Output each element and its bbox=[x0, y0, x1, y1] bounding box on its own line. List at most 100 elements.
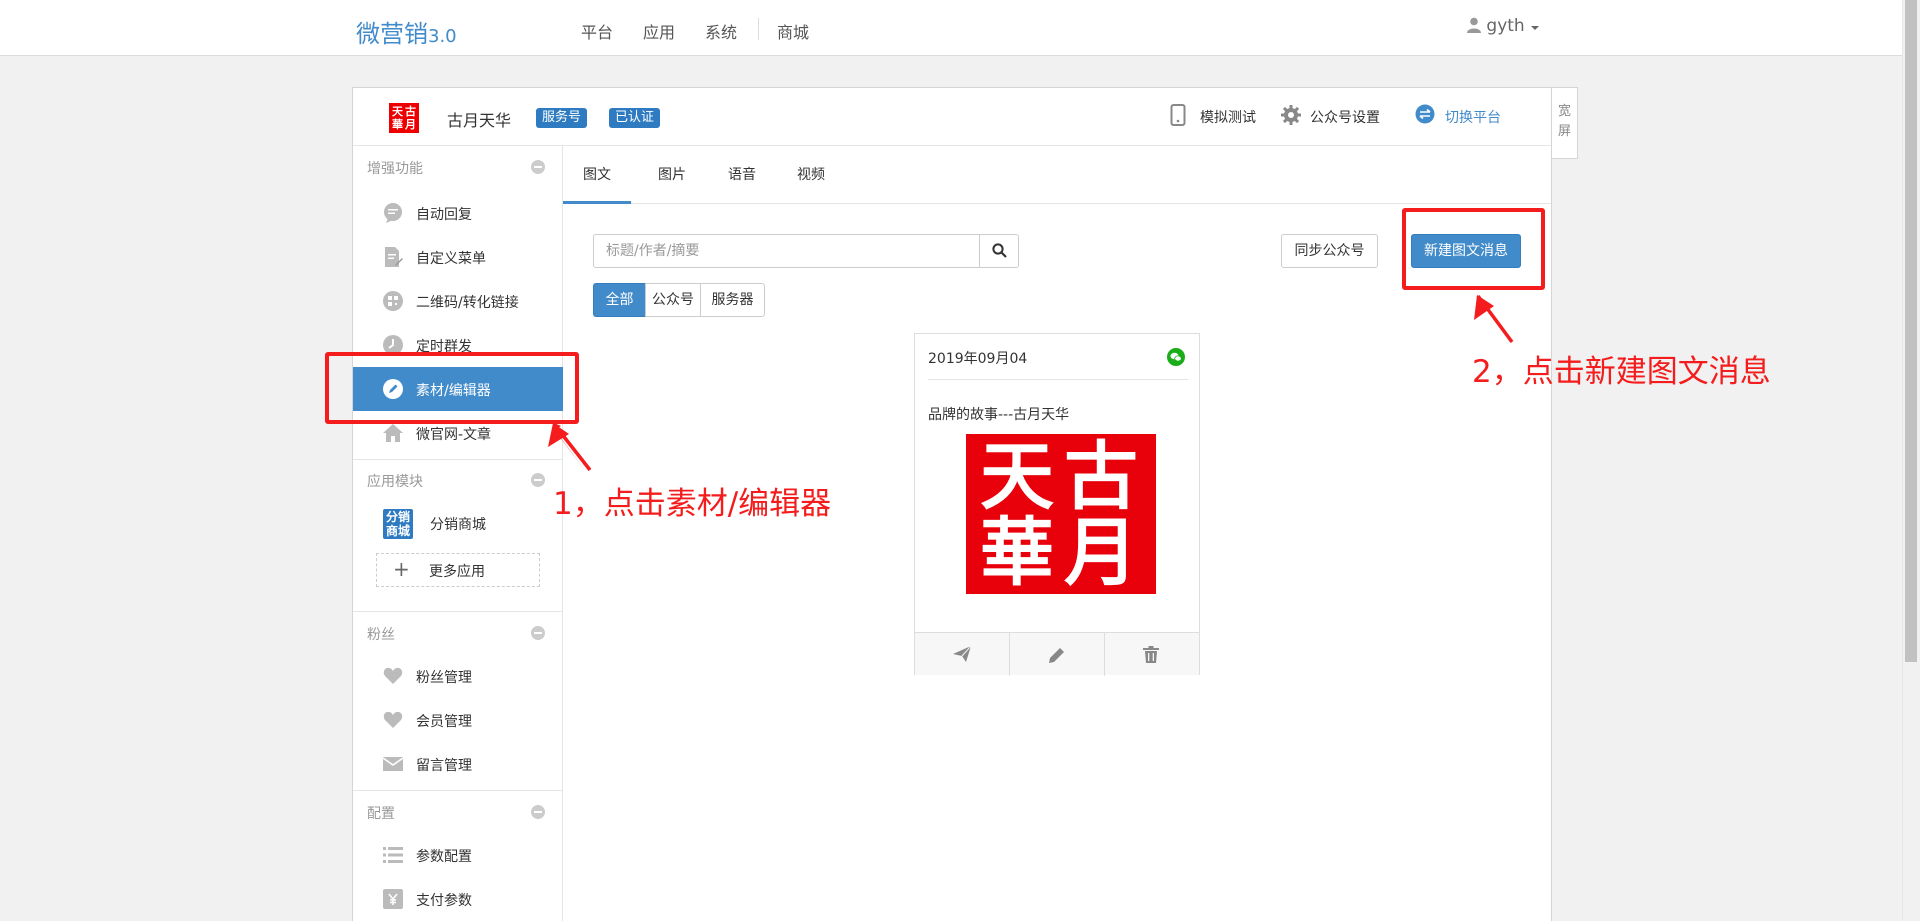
news-card-date: 2019年09月04 bbox=[928, 351, 1028, 367]
section-title-fans: 粉丝 bbox=[367, 627, 395, 643]
sidebar-item-label: 自动回复 bbox=[416, 207, 472, 223]
brand-logo[interactable]: 微营销3.0 bbox=[356, 14, 457, 49]
sidebar-item-payment-params[interactable]: 支付参数 bbox=[353, 877, 563, 921]
list-icon bbox=[383, 847, 403, 863]
section-divider bbox=[353, 790, 563, 791]
nav-mall[interactable]: 商城 bbox=[777, 19, 809, 43]
delete-button[interactable] bbox=[1105, 633, 1199, 676]
section-divider bbox=[353, 611, 563, 612]
tab-news[interactable]: 图文 bbox=[563, 146, 631, 204]
sidebar-item-label: 支付参数 bbox=[416, 893, 472, 909]
more-apps-button[interactable]: + 更多应用 bbox=[376, 553, 540, 587]
sidebar-item-fans-manage[interactable]: 粉丝管理 bbox=[353, 654, 563, 698]
sidebar-item-label: 微官网-文章 bbox=[416, 427, 492, 443]
sidebar-item-message-manage[interactable]: 留言管理 bbox=[353, 742, 563, 786]
brand-version: 3.0 bbox=[428, 26, 457, 47]
section-divider bbox=[353, 459, 563, 460]
gear-icon bbox=[1281, 105, 1301, 125]
switch-platform-label: 切换平台 bbox=[1445, 110, 1501, 126]
seal-char: 天 bbox=[980, 434, 1054, 520]
envelope-icon bbox=[383, 757, 403, 771]
pencil-icon bbox=[1049, 648, 1064, 663]
filter-official-account[interactable]: 公众号 bbox=[645, 283, 701, 317]
search-box bbox=[593, 234, 1019, 268]
sidebar-item-qrcode[interactable]: 二维码/转化链接 bbox=[353, 279, 563, 323]
collapse-icon[interactable] bbox=[531, 473, 545, 487]
heart-icon bbox=[383, 667, 403, 684]
top-navbar: 微营销3.0 平台 应用 系统 商城 gyth bbox=[0, 0, 1902, 56]
wechat-icon bbox=[1167, 348, 1185, 366]
search-input[interactable] bbox=[594, 235, 980, 267]
annotation-step1-text: 1，点击素材/编辑器 bbox=[553, 486, 832, 522]
wide-screen-button[interactable]: 宽 屏 bbox=[1552, 87, 1578, 159]
send-button[interactable] bbox=[915, 633, 1010, 676]
account-name: 古月天华 bbox=[447, 111, 512, 130]
section-title-apps: 应用模块 bbox=[367, 474, 423, 490]
sidebar-item-auto-reply[interactable]: 自动回复 bbox=[353, 191, 563, 235]
seal-char: 古 bbox=[1064, 434, 1138, 520]
sidebar-item-label: 二维码/转化链接 bbox=[416, 295, 519, 311]
sidebar-item-label: 粉丝管理 bbox=[416, 670, 472, 686]
heart-icon bbox=[383, 711, 403, 728]
switch-platform-button[interactable]: 切换平台 bbox=[1415, 104, 1501, 127]
send-icon bbox=[953, 646, 971, 662]
account-header: 天 古 華 月 古月天华 服务号 已认证 模拟测试 公众号设置 切换平台 bbox=[353, 88, 1551, 146]
user-icon bbox=[1467, 17, 1481, 33]
seal-char: 月 bbox=[1064, 510, 1138, 594]
user-menu[interactable]: gyth bbox=[1467, 16, 1540, 36]
media-tabs: 图文 图片 语音 视频 bbox=[563, 146, 1551, 204]
filter-all[interactable]: 全部 bbox=[593, 283, 646, 317]
edit-button[interactable] bbox=[1010, 633, 1105, 676]
sidebar-item-distribution-mall[interactable]: 分销 商城 分销商城 bbox=[353, 501, 563, 549]
chat-bubble-icon bbox=[384, 203, 402, 223]
sidebar-item-member-manage[interactable]: 会员管理 bbox=[353, 698, 563, 742]
page-scrollbar-thumb[interactable] bbox=[1905, 0, 1917, 662]
logo-char: 華 bbox=[392, 118, 403, 131]
sidebar-item-label: 留言管理 bbox=[416, 758, 472, 774]
app-icon-text: 分销 商城 bbox=[385, 510, 410, 538]
annotation-step2-text: 2，点击新建图文消息 bbox=[1472, 354, 1771, 390]
sidebar-item-custom-menu[interactable]: 自定义菜单 bbox=[353, 235, 563, 279]
user-name: gyth bbox=[1486, 16, 1525, 36]
collapse-icon[interactable] bbox=[531, 805, 545, 819]
search-button[interactable] bbox=[979, 235, 1018, 267]
nav-system[interactable]: 系统 bbox=[705, 19, 737, 43]
seal-char: 華 bbox=[980, 510, 1054, 594]
logo-char: 古 bbox=[405, 105, 416, 118]
collapse-icon[interactable] bbox=[531, 626, 545, 640]
wide-screen-label: 宽 屏 bbox=[1557, 104, 1571, 139]
tab-voice[interactable]: 语音 bbox=[721, 146, 763, 204]
payment-icon bbox=[383, 889, 403, 909]
nav-apps[interactable]: 应用 bbox=[643, 19, 675, 43]
sidebar-item-label: 参数配置 bbox=[416, 849, 472, 865]
section-title-enhanced: 增强功能 bbox=[367, 161, 423, 177]
annotation-highlight-material-editor bbox=[325, 352, 579, 424]
plus-icon: + bbox=[393, 557, 410, 581]
news-card[interactable]: 2019年09月04 品牌的故事---古月天华 天 古 華 月 bbox=[914, 333, 1200, 676]
nav-platform[interactable]: 平台 bbox=[581, 19, 613, 43]
sidebar-item-param-config[interactable]: 参数配置 bbox=[353, 833, 563, 877]
filter-server[interactable]: 服务器 bbox=[700, 283, 765, 317]
nav-divider bbox=[758, 18, 759, 40]
verified-badge: 已认证 bbox=[609, 108, 661, 128]
logo-char: 天 bbox=[392, 105, 403, 118]
simulate-test-button[interactable]: 模拟测试 bbox=[1170, 104, 1256, 127]
collapse-icon[interactable] bbox=[531, 160, 545, 174]
section-title-config: 配置 bbox=[367, 806, 395, 822]
simulate-test-label: 模拟测试 bbox=[1200, 110, 1256, 126]
sidebar: 增强功能 自动回复 自定义菜单 二维码/转化链接 定时群发 素材/编辑器 微官网… bbox=[353, 146, 563, 921]
tab-image[interactable]: 图片 bbox=[651, 146, 693, 204]
document-edit-icon bbox=[385, 247, 403, 267]
trash-icon bbox=[1143, 646, 1159, 663]
more-apps-label: 更多应用 bbox=[429, 564, 485, 580]
tab-video[interactable]: 视频 bbox=[790, 146, 832, 204]
sync-account-button[interactable]: 同步公众号 bbox=[1281, 234, 1378, 268]
brand-name: 微营销 bbox=[356, 20, 428, 48]
news-card-actions bbox=[915, 632, 1199, 676]
account-settings-button[interactable]: 公众号设置 bbox=[1281, 105, 1380, 127]
distribution-mall-app-icon: 分销 商城 bbox=[383, 509, 413, 539]
news-card-cover-image: 天 古 華 月 bbox=[966, 434, 1156, 594]
news-card-divider bbox=[928, 379, 1188, 380]
account-logo: 天 古 華 月 bbox=[389, 103, 419, 133]
qrcode-icon bbox=[383, 291, 403, 311]
